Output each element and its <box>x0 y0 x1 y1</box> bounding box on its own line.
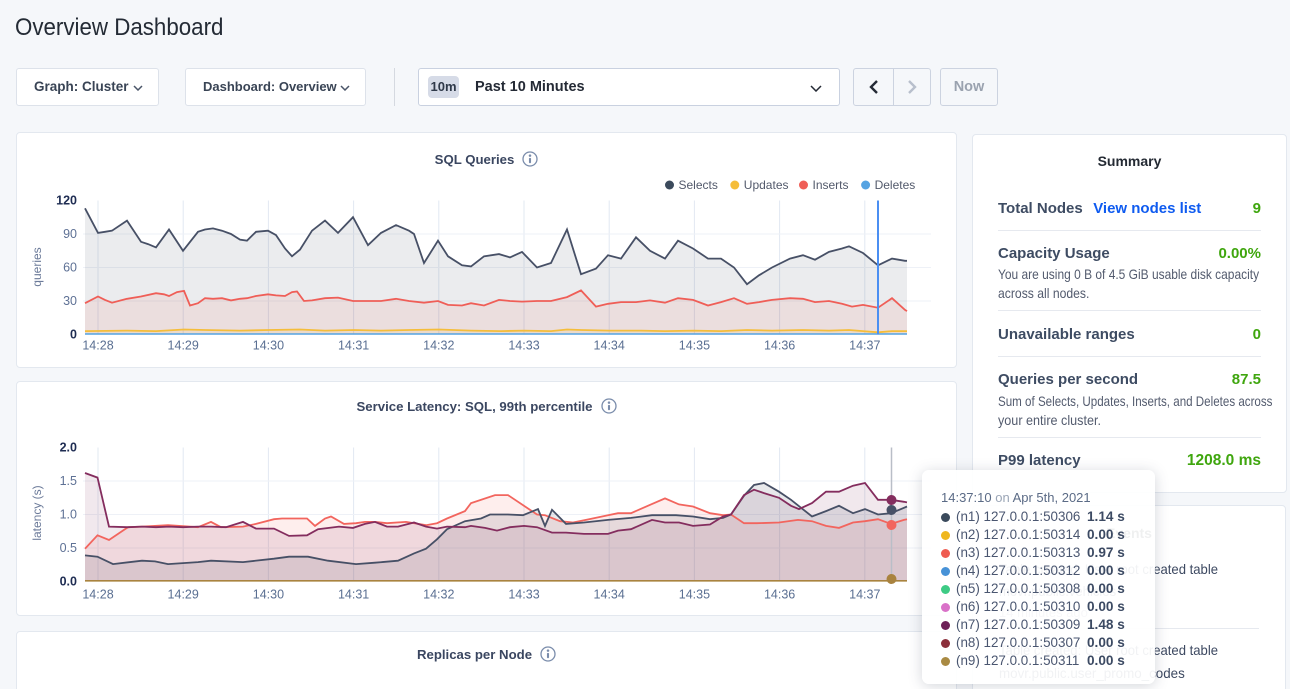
svg-text:14:35: 14:35 <box>679 339 710 353</box>
svg-text:14:36: 14:36 <box>764 588 795 602</box>
svg-text:14:37: 14:37 <box>849 588 880 602</box>
svg-text:14:30: 14:30 <box>253 339 284 353</box>
svg-text:90: 90 <box>63 227 77 241</box>
svg-text:14:33: 14:33 <box>508 339 539 353</box>
svg-text:Updates: Updates <box>744 178 789 192</box>
svg-text:Inserts: Inserts <box>813 178 849 192</box>
svg-text:1.0: 1.0 <box>60 508 77 522</box>
svg-text:14:29: 14:29 <box>168 588 199 602</box>
svg-text:0.5: 0.5 <box>60 541 77 555</box>
svg-text:14:34: 14:34 <box>594 588 625 602</box>
svg-text:0.0: 0.0 <box>60 575 77 589</box>
svg-text:latency (s): latency (s) <box>30 485 44 540</box>
svg-text:Deletes: Deletes <box>875 178 916 192</box>
svg-text:60: 60 <box>63 261 77 275</box>
svg-text:1.5: 1.5 <box>60 474 77 488</box>
svg-text:queries: queries <box>30 247 44 286</box>
svg-text:14:28: 14:28 <box>82 339 113 353</box>
svg-text:14:37: 14:37 <box>849 339 880 353</box>
svg-text:14:32: 14:32 <box>423 339 454 353</box>
svg-text:14:31: 14:31 <box>338 588 369 602</box>
svg-text:0: 0 <box>70 328 77 342</box>
svg-text:14:31: 14:31 <box>338 339 369 353</box>
svg-text:14:28: 14:28 <box>82 588 113 602</box>
svg-text:Selects: Selects <box>679 178 718 192</box>
svg-text:14:29: 14:29 <box>168 339 199 353</box>
svg-text:14:36: 14:36 <box>764 339 795 353</box>
svg-text:2.0: 2.0 <box>60 441 77 455</box>
svg-text:14:34: 14:34 <box>594 339 625 353</box>
svg-text:14:30: 14:30 <box>253 588 284 602</box>
svg-text:30: 30 <box>63 294 77 308</box>
svg-text:14:35: 14:35 <box>679 588 710 602</box>
svg-text:14:32: 14:32 <box>423 588 454 602</box>
svg-text:120: 120 <box>56 194 77 208</box>
svg-text:14:33: 14:33 <box>508 588 539 602</box>
